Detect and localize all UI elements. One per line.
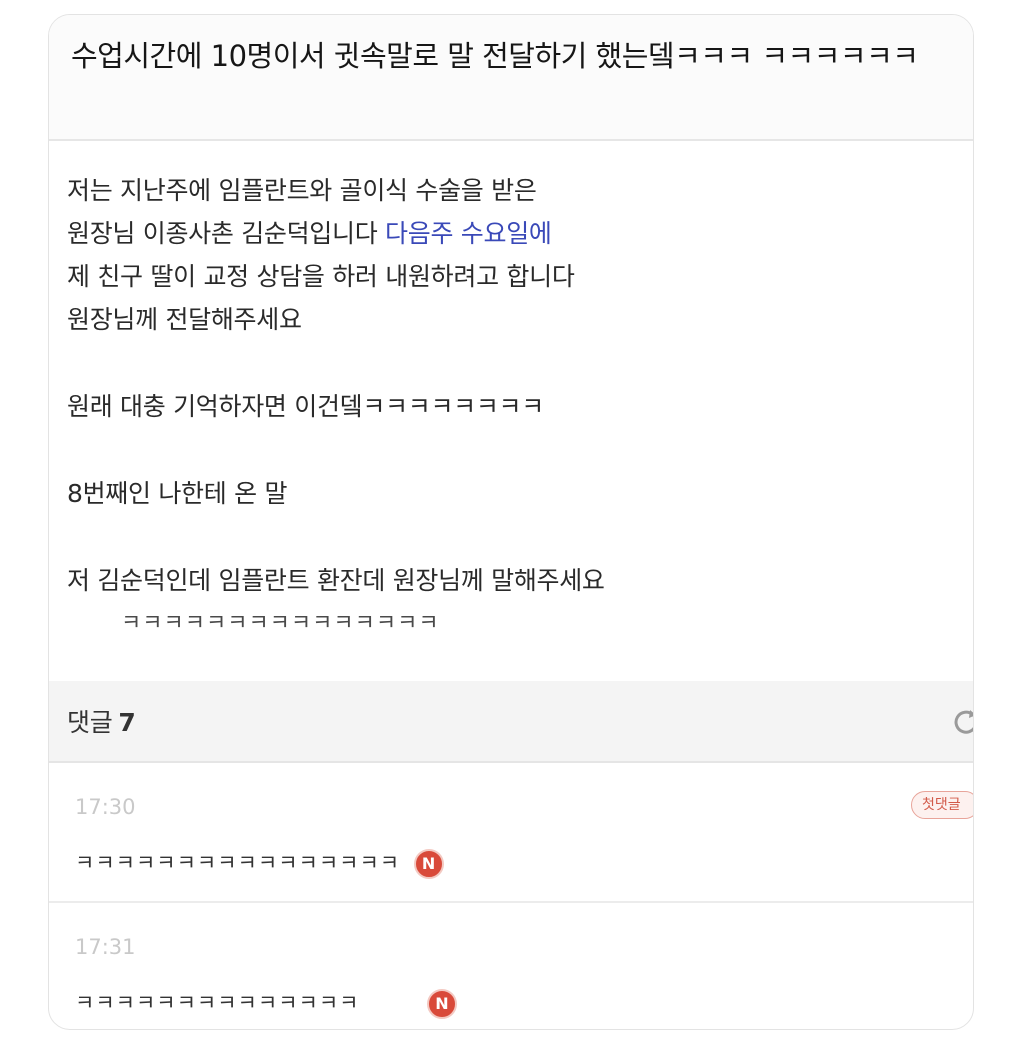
comment-time: 17:31 [75,935,136,959]
post-body: 저는 지난주에 임플란트와 골이식 수술을 받은 원장님 이종사촌 김순덕입니다… [49,141,973,681]
body-line-2: 원장님 이종사촌 김순덕입니다 다음주 수요일에 [67,219,552,248]
body-line-1: 저는 지난주에 임플란트와 골이식 수술을 받은 [67,176,537,205]
comment-item: 17:30 첫댓글 ㅋㅋㅋㅋㅋㅋㅋㅋㅋㅋㅋㅋㅋㅋㅋㅋ N [49,763,973,903]
post-title-bar: 수업시간에 10명이서 귓속말로 말 전달하기 했는뎈ㅋㅋㅋ ㅋㅋㅋㅋㅋㅋ [49,15,973,141]
body-paragraph-2: 원래 대충 기억하자면 이건뎈ㅋㅋㅋㅋㅋㅋㅋㅋ [67,392,544,421]
post-card: 수업시간에 10명이서 귓속말로 말 전달하기 했는뎈ㅋㅋㅋ ㅋㅋㅋㅋㅋㅋ 저는… [48,14,974,1030]
comment-text: ㅋㅋㅋㅋㅋㅋㅋㅋㅋㅋㅋㅋㅋㅋㅋㅋ N [75,847,445,879]
new-badge-icon: N [427,989,458,1019]
refresh-icon[interactable] [951,707,974,737]
highlighted-text: 다음주 수요일에 [385,219,552,248]
first-comment-badge: 첫댓글 [911,791,973,819]
body-line-4: 원장님께 전달해주세요 [67,305,302,334]
comments-title: 댓글 7 [67,703,136,739]
comment-time: 17:30 [75,795,136,819]
new-badge-icon: N [414,849,445,879]
body-line-3: 제 친구 딸이 교정 상담을 하러 내원하려고 합니다 [67,262,575,291]
comment-text: ㅋㅋㅋㅋㅋㅋㅋㅋㅋㅋㅋㅋㅋㅋ N [75,987,458,1019]
post-title: 수업시간에 10명이서 귓속말로 말 전달하기 했는뎈ㅋㅋㅋ ㅋㅋㅋㅋㅋㅋ [71,39,919,73]
comments-label: 댓글 [67,708,113,737]
comments-header: 댓글 7 [49,681,973,763]
body-paragraph-3: 8번째인 나한테 온 말 [67,479,288,508]
comments-count: 7 [118,708,136,737]
body-paragraph-4: 저 김순덕인데 임플란트 환잔데 원장님께 말해주세요 [67,566,605,595]
comment-item: 17:31 ㅋㅋㅋㅋㅋㅋㅋㅋㅋㅋㅋㅋㅋㅋ N [49,903,973,1029]
body-paragraph-5: ㅋㅋㅋㅋㅋㅋㅋㅋㅋㅋㅋㅋㅋㅋㅋ [121,611,440,636]
